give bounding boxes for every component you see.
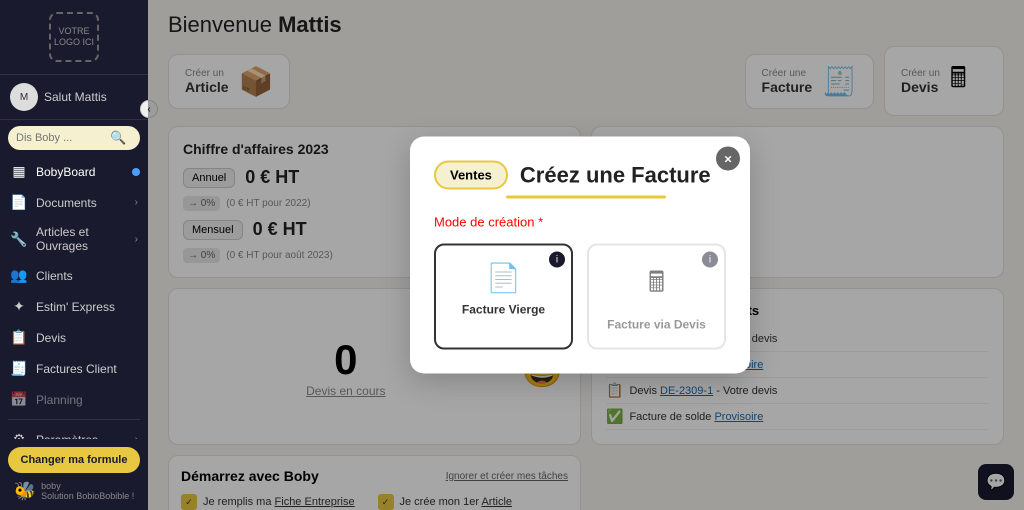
devis-icon: 📋 bbox=[10, 329, 28, 346]
nav-label-articles: Articles et Ouvrages bbox=[36, 225, 127, 253]
nav-label-clients: Clients bbox=[36, 269, 138, 283]
facture-vierge-label: Facture Vierge bbox=[462, 303, 545, 317]
sidebar-item-factures[interactable]: 🧾 Factures Client bbox=[0, 353, 148, 384]
sidebar-item-params[interactable]: ⚙ Paramètres › bbox=[0, 424, 148, 439]
search-icon: 🔍 bbox=[110, 130, 126, 146]
sidebar-user: M Salut Mattis bbox=[0, 75, 148, 120]
nav-label-bobyboard: BobyBoard bbox=[36, 165, 138, 179]
estim-icon: ✦ bbox=[10, 298, 28, 315]
boby-logo-icon: 🐝 bbox=[14, 481, 36, 502]
info-icon-via-devis[interactable]: i bbox=[702, 252, 718, 268]
sidebar-nav: ▦ BobyBoard 📄 Documents › 🔧 Articles et … bbox=[0, 156, 148, 439]
sidebar-item-devis[interactable]: 📋 Devis bbox=[0, 322, 148, 353]
chevron-right-params: › bbox=[135, 434, 138, 439]
active-dot bbox=[132, 168, 140, 176]
facture-via-devis-label: Facture via Devis bbox=[607, 318, 706, 332]
sidebar-item-articles[interactable]: 🔧 Articles et Ouvrages › bbox=[0, 218, 148, 260]
clients-icon: 👥 bbox=[10, 267, 28, 284]
chevron-right-icon-articles: › bbox=[135, 234, 138, 245]
sidebar-bottom: Changer ma formule 🐝 bobySolution BobioB… bbox=[0, 439, 148, 510]
nav-label-factures: Factures Client bbox=[36, 362, 138, 376]
modal-options: i 📄 Facture Vierge i 🖩 Facture via Devis bbox=[434, 244, 726, 350]
modal-header: Ventes Créez une Facture bbox=[434, 161, 726, 190]
logo-placeholder: VOTRE LOGO ICI bbox=[49, 12, 99, 62]
info-icon-vierge[interactable]: i bbox=[549, 252, 565, 268]
nav-label-planning: Planning bbox=[36, 393, 138, 407]
modal-tab-ventes[interactable]: Ventes bbox=[434, 161, 508, 190]
facture-via-devis-icon: 🖩 bbox=[648, 262, 665, 310]
articles-icon: 🔧 bbox=[10, 231, 28, 248]
documents-icon: 📄 bbox=[10, 194, 28, 211]
sidebar: VOTRE LOGO ICI M Salut Mattis 🔍 ▦ BobyBo… bbox=[0, 0, 148, 510]
sidebar-item-documents[interactable]: 📄 Documents › bbox=[0, 187, 148, 218]
sidebar-item-estim[interactable]: ✦ Estim' Express bbox=[0, 291, 148, 322]
modal-close-button[interactable]: × bbox=[716, 147, 740, 171]
modal-title-underline bbox=[506, 196, 666, 199]
create-facture-modal: × Ventes Créez une Facture Mode de créat… bbox=[410, 137, 750, 374]
avatar: M bbox=[10, 83, 38, 111]
search-bar[interactable]: 🔍 bbox=[8, 126, 140, 150]
modal-title: Créez une Facture bbox=[520, 162, 711, 188]
nav-label-devis: Devis bbox=[36, 331, 138, 345]
user-greeting: Salut Mattis bbox=[44, 90, 107, 104]
boby-branding: 🐝 bobySolution BobioBobible ! bbox=[8, 481, 140, 502]
nav-label-estim: Estim' Express bbox=[36, 300, 138, 314]
option-facture-via-devis[interactable]: i 🖩 Facture via Devis bbox=[587, 244, 726, 350]
sidebar-item-planning[interactable]: 📅 Planning bbox=[0, 384, 148, 415]
change-formula-button[interactable]: Changer ma formule bbox=[8, 447, 140, 473]
boby-tagline: bobySolution BobioBobible ! bbox=[41, 482, 134, 502]
chevron-right-icon: › bbox=[135, 197, 138, 208]
modal-subtitle: Mode de création * bbox=[434, 215, 726, 230]
nav-label-params: Paramètres bbox=[36, 433, 127, 440]
planning-icon: 📅 bbox=[10, 391, 28, 408]
sidebar-item-bobyboard[interactable]: ▦ BobyBoard bbox=[0, 156, 148, 187]
search-input[interactable] bbox=[16, 132, 106, 144]
factures-icon: 🧾 bbox=[10, 360, 28, 377]
sidebar-item-clients[interactable]: 👥 Clients bbox=[0, 260, 148, 291]
required-star: * bbox=[538, 215, 543, 230]
params-icon: ⚙ bbox=[10, 431, 28, 439]
sidebar-logo-section: VOTRE LOGO ICI bbox=[0, 0, 148, 75]
option-facture-vierge[interactable]: i 📄 Facture Vierge bbox=[434, 244, 573, 350]
nav-divider bbox=[8, 419, 140, 420]
bobyboard-icon: ▦ bbox=[10, 163, 28, 180]
nav-label-documents: Documents bbox=[36, 196, 127, 210]
facture-vierge-icon: 📄 bbox=[486, 262, 521, 295]
